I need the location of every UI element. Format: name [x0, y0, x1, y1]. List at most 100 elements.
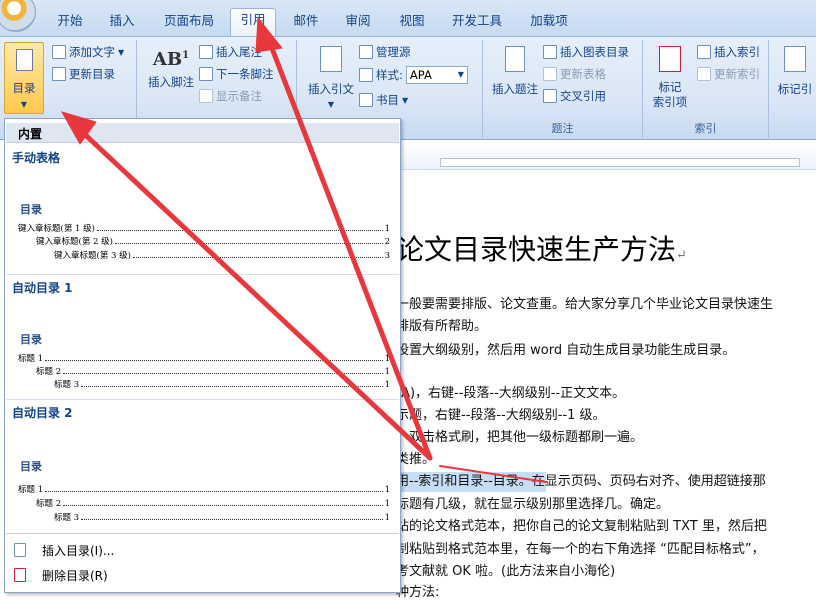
doc-line: ，双击格式刷，把其他一级标题都刷一遍。: [396, 430, 644, 445]
toc-entry: 标题 2 1: [36, 498, 390, 510]
toc-entry: 标题 3 1: [54, 512, 390, 524]
toc-leader: [96, 223, 383, 231]
doc-line: 一般要需要排版、论文查重。给大家分享几个毕业论文目录快速生: [396, 297, 774, 312]
doc-line: 设置大纲级别，然后用 word 自动生成目录功能生成目录。: [396, 343, 736, 358]
mark-entry-label-2: 索引项: [652, 95, 688, 109]
insert-citation-button[interactable]: 插入引文 ▼: [303, 46, 359, 112]
toc-entry-text: 标题 2: [36, 499, 62, 509]
toc-button[interactable]: 目录 ▼: [4, 42, 44, 114]
gallery-toc-heading: 目录: [20, 460, 42, 473]
paragraph-mark-icon: ↵: [676, 248, 687, 263]
update-toc-button[interactable]: 更新目录: [52, 66, 115, 82]
update-table-button[interactable]: 更新表格: [543, 66, 606, 82]
doc-line: 标题有几级，就在显示级别那里选择几。确定。: [396, 497, 670, 512]
tab-addins[interactable]: 加载项: [522, 10, 576, 34]
insert-index-button[interactable]: 插入索引: [697, 44, 760, 60]
update-index-button[interactable]: 更新索引: [697, 66, 760, 82]
add-text-button[interactable]: 添加文字 ▼: [52, 44, 124, 60]
gallery-item-auto1[interactable]: 自动目录 1 目录 标题 1 1 标题 2 1 标题 3 1: [6, 274, 399, 398]
insert-endnote-button[interactable]: 插入尾注: [199, 44, 262, 60]
toc-entry-text: 键入章标题(第 1 级): [18, 224, 95, 234]
mark-entry-icon: [659, 46, 681, 72]
group-captions-label: 题注: [551, 122, 574, 135]
toc-gallery-panel: 内置 手动表格 目录 键入章标题(第 1 级) 1 键入章标题(第 2 级) 2 键…: [4, 118, 401, 593]
toc-leader: [114, 236, 383, 244]
ab-text: AB: [152, 49, 183, 70]
insert-footnote-label: 插入脚注: [148, 75, 194, 89]
tab-home[interactable]: 开始: [48, 10, 92, 34]
footnote-ab-icon: AB1: [143, 48, 199, 70]
ribbon-tab-bar: 开始 插入 页面布局 引用 邮件 审阅 视图 开发工具 加载项: [0, 0, 816, 36]
show-notes-icon: [199, 89, 213, 103]
toc-entry: 标题 3 1: [54, 379, 390, 391]
update-table-label: 更新表格: [560, 67, 606, 81]
ruler-bar: [440, 158, 800, 167]
tab-view[interactable]: 视图: [390, 10, 434, 34]
insert-endnote-label: 插入尾注: [216, 45, 262, 59]
add-text-label: 添加文字: [69, 45, 115, 59]
remove-toc-menu-item[interactable]: 删除目录(R): [6, 563, 399, 587]
doc-line: 类推。: [396, 452, 436, 467]
mark-citation-button[interactable]: 标记引: [771, 46, 816, 97]
insert-toc-label: 插入目录(I)...: [42, 543, 115, 558]
endnote-icon: [199, 45, 213, 59]
toc-entry: 键入章标题(第 2 级) 2: [36, 236, 390, 248]
toc-entry-page: 1: [384, 380, 390, 390]
citation-icon: [320, 46, 342, 72]
dropdown-arrow-icon: ▼: [457, 70, 464, 79]
tab-developer[interactable]: 开发工具: [444, 10, 510, 34]
manage-sources-label: 管理源: [376, 45, 411, 59]
next-footnote-label: 下一条脚注: [216, 67, 274, 81]
insert-index-icon: [697, 45, 711, 59]
insert-table-of-figures-button[interactable]: 插入图表目录: [543, 44, 629, 60]
insert-footnote-button[interactable]: AB1 插入脚注: [143, 48, 199, 90]
doc-line: (A)，右键--段落--大纲级别--正文文本。: [396, 386, 626, 401]
toc-leader: [132, 250, 383, 258]
tab-insert[interactable]: 插入: [100, 10, 144, 34]
dropdown-arrow-icon: ▼: [327, 100, 335, 109]
update-index-label: 更新索引: [714, 67, 760, 81]
gallery-item-title: 手动表格: [12, 151, 61, 165]
gallery-item-auto2[interactable]: 自动目录 2 目录 标题 1 1 标题 2 1 标题 3 1: [6, 399, 399, 529]
insert-index-label: 插入索引: [714, 45, 760, 59]
tab-references[interactable]: 引用: [230, 8, 276, 36]
doc-line: 考文献就 OK 啦。(此方法来自小海伦): [396, 564, 616, 579]
next-footnote-button[interactable]: 下一条脚注: [199, 66, 274, 82]
doc-line: 排版有所帮助。: [396, 319, 488, 334]
cross-reference-icon: [543, 89, 557, 103]
insert-toc-icon: [6, 543, 34, 557]
toc-entry-page: 1: [384, 354, 390, 364]
gallery-item-manual[interactable]: 手动表格 目录 键入章标题(第 1 级) 1 键入章标题(第 2 级) 2 键入章标…: [6, 145, 399, 273]
tab-page-layout[interactable]: 页面布局: [156, 10, 222, 34]
caption-icon: [505, 46, 525, 72]
bibliography-label: 书目: [376, 93, 399, 107]
style-label: 样式:: [376, 68, 403, 82]
mark-entry-button[interactable]: 标记 索引项: [645, 46, 695, 110]
toc-leader: [81, 379, 383, 387]
tab-mailings[interactable]: 邮件: [284, 10, 328, 34]
style-dropdown[interactable]: APA ▼: [405, 66, 468, 84]
mark-citation-label: 标记引: [777, 82, 813, 96]
insert-caption-button[interactable]: 插入题注: [487, 46, 543, 97]
doc-line: 站的论文格式范本，把你自己的论文复制粘贴到 TXT 里，然后把: [396, 519, 767, 534]
tab-review[interactable]: 审阅: [336, 10, 380, 34]
office-button-icon[interactable]: [0, 0, 36, 32]
cross-reference-button[interactable]: 交叉引用: [543, 88, 606, 104]
toc-leader: [45, 353, 383, 361]
bibliography-button[interactable]: 书目 ▼: [359, 92, 408, 108]
insert-toc-menu-item[interactable]: 插入目录(I)...: [6, 538, 399, 562]
show-notes-button[interactable]: 显示备注: [199, 88, 262, 104]
manage-sources-button[interactable]: 管理源: [359, 44, 411, 60]
toc-leader: [63, 366, 383, 374]
remove-toc-icon: [6, 568, 34, 582]
dropdown-arrow-icon: ▼: [20, 100, 28, 109]
toc-entry-page: 1: [384, 224, 390, 234]
update-table-icon: [543, 67, 557, 81]
toc-entry-page: 1: [384, 485, 390, 495]
update-index-icon: [697, 67, 711, 81]
document-title: 论文目录快速生产方法↵: [396, 228, 687, 268]
toc-entry-page: 1: [384, 499, 390, 509]
insert-caption-label: 插入题注: [492, 82, 538, 96]
toc-entry: 标题 1 1: [18, 484, 390, 496]
toc-button-label: 目录: [12, 81, 36, 95]
